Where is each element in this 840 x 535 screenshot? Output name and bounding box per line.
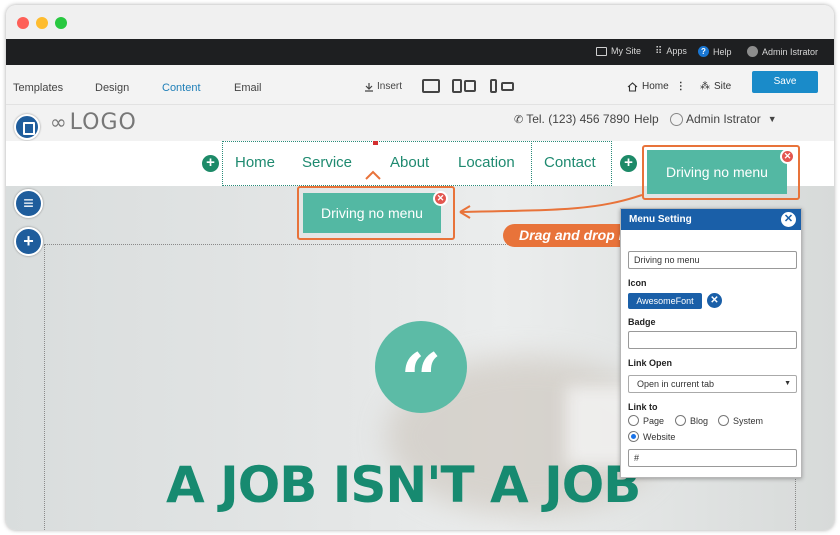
help-label: Help (713, 46, 732, 57)
radio-blog-label: Blog (690, 415, 709, 426)
badge-label: Badge (628, 317, 656, 327)
nav-item-service[interactable]: Service (302, 154, 352, 171)
site-help-link[interactable]: Help (634, 112, 659, 126)
icon-chip[interactable]: AwesomeFont (628, 293, 702, 309)
remove-icon-icon[interactable]: ✕ (707, 293, 722, 308)
download-icon (365, 82, 373, 92)
nav-item-location[interactable]: Location (458, 154, 515, 171)
quote-icon: “ (375, 321, 467, 422)
radio-page-label: Page (643, 415, 665, 426)
desktop-view-icon[interactable] (422, 79, 440, 93)
help-link[interactable]: ? Help (698, 46, 732, 57)
home-icon (627, 81, 638, 92)
radio-blog-icon (675, 415, 686, 426)
menu-setting-panel: Menu Setting ✕ Driving no menu Icon Awes… (620, 208, 802, 478)
caret-down-icon: ▼ (767, 114, 777, 124)
phone-icon: ✆ (514, 113, 524, 126)
user-silhouette-icon (670, 112, 683, 126)
apps-grid-icon: ⠿ (655, 45, 663, 57)
tablet-landscape-view-icon[interactable] (464, 80, 476, 92)
site-user-menu[interactable]: Admin Istrator ▼ (670, 112, 777, 126)
link-open-label: Link Open (628, 358, 673, 368)
mobile-landscape-view-icon[interactable] (501, 82, 514, 91)
link-to-page-radio[interactable]: Page (628, 415, 664, 426)
tab-templates[interactable]: Templates (13, 82, 63, 94)
logo-text: LOGO (69, 110, 137, 135)
edit-text-icon[interactable]: ≡ (14, 189, 43, 218)
radio-page-icon (628, 415, 639, 426)
link-open-value: Open in current tab (637, 379, 715, 389)
minimize-window-button[interactable] (36, 17, 48, 29)
user-avatar-icon (747, 46, 758, 57)
url-field[interactable]: # (628, 449, 797, 467)
maximize-window-button[interactable] (55, 17, 67, 29)
apps-label: Apps (666, 46, 687, 56)
save-button[interactable]: Save (752, 71, 818, 93)
radio-system-label: System (733, 415, 764, 426)
close-window-button[interactable] (17, 17, 29, 29)
badge-field[interactable] (628, 331, 797, 349)
dragged-menu-item[interactable]: Driving no menu (647, 150, 787, 194)
hero-headline[interactable]: A JOB ISN'T A JOB (166, 456, 641, 514)
tablet-view-icon[interactable] (452, 79, 462, 93)
logo-infinity-icon: ∞ (50, 110, 68, 134)
menu-setting-title: Menu Setting (621, 209, 801, 230)
user-menu[interactable]: Admin Istrator (747, 46, 818, 57)
radio-website-label: Website (643, 431, 676, 442)
drop-position-caret-icon (365, 170, 381, 180)
link-to-website-radio[interactable]: Website (628, 431, 675, 442)
phone-number: ✆ Tel. (123) 456 7890 (514, 112, 630, 126)
menu-name-field[interactable]: Driving no menu (628, 251, 797, 269)
add-menu-item-right-button[interactable]: + (620, 155, 637, 172)
insert-button[interactable]: Insert (364, 81, 402, 92)
site-header: ∞LOGO ✆ Tel. (123) 456 7890 Help Admin I… (6, 105, 834, 141)
link-to-blog-radio[interactable]: Blog (675, 415, 708, 426)
select-arrow-icon: ▼ (784, 380, 791, 387)
site-menu[interactable]: ⁂ Site (700, 81, 731, 92)
site-logo[interactable]: ∞LOGO (50, 110, 137, 135)
tab-content[interactable]: Content (162, 82, 201, 94)
sitemap-icon: ⁂ (700, 81, 710, 92)
drag-ghost-item[interactable]: Driving no menu (303, 193, 441, 233)
insert-label: Insert (377, 81, 403, 92)
admin-bar: My Site ⠿ Apps ? Help Admin Istrator (6, 39, 834, 65)
mobile-view-icon[interactable] (490, 79, 497, 93)
radio-website-icon (628, 431, 639, 442)
apps-link[interactable]: ⠿ Apps (655, 46, 687, 56)
nav-item-contact[interactable]: Contact (544, 154, 596, 171)
browser-window: My Site ⠿ Apps ? Help Admin Istrator Tem… (6, 5, 834, 530)
link-to-system-radio[interactable]: System (718, 415, 763, 426)
insert-marker (373, 141, 378, 145)
tab-email[interactable]: Email (234, 82, 262, 94)
link-to-label: Link to (628, 402, 658, 412)
remove-menu-item-icon[interactable]: ✕ (780, 149, 795, 164)
radio-system-icon (718, 415, 729, 426)
nav-item-about[interactable]: About (390, 154, 429, 171)
home-label: Home (642, 81, 669, 92)
editor-toolbar: Templates Design Content Email Insert Ho… (6, 65, 834, 105)
nav-item-home[interactable]: Home (235, 154, 275, 171)
close-panel-icon[interactable]: ✕ (781, 212, 796, 227)
icon-label: Icon (628, 278, 647, 288)
link-open-select[interactable]: Open in current tab ▼ (628, 375, 797, 393)
site-label: Site (714, 81, 732, 92)
user-label: Admin Istrator (762, 46, 819, 57)
site-user-label: Admin Istrator (686, 112, 761, 126)
add-section-button[interactable]: + (14, 227, 43, 256)
help-icon: ? (698, 46, 709, 57)
my-site-label: My Site (611, 46, 642, 56)
editor-menu-icon[interactable] (14, 114, 40, 140)
kebab-icon[interactable]: ⋮ (676, 81, 686, 92)
home-menu[interactable]: Home ⋮ (627, 81, 686, 92)
my-site-link[interactable]: My Site (596, 46, 641, 56)
phone-label: Tel. (123) 456 7890 (526, 112, 630, 126)
add-menu-item-left-button[interactable]: + (202, 155, 219, 172)
monitor-icon (596, 46, 607, 56)
tab-design[interactable]: Design (95, 82, 129, 94)
window-titlebar (6, 5, 834, 39)
